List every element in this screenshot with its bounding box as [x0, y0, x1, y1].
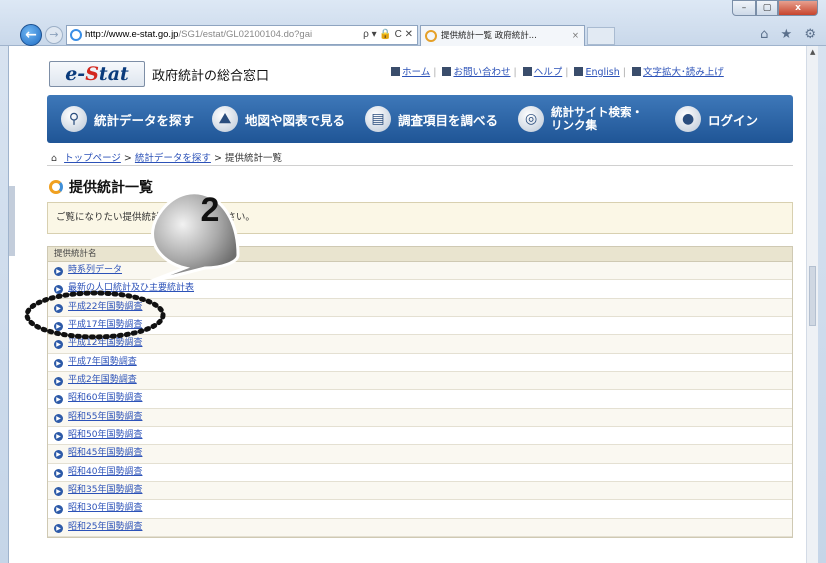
list-item[interactable]: ▶ 平成22年国勢調査 — [48, 298, 792, 318]
util-english-link[interactable]: English — [585, 67, 619, 78]
maximize-button[interactable]: ▢ — [756, 0, 778, 16]
bullet-arrow-icon: ▶ — [54, 468, 63, 478]
ie-logo-icon — [70, 29, 82, 41]
divider — [47, 165, 793, 166]
tab-favicon-icon — [425, 30, 437, 42]
list-item[interactable]: ▶ 昭和45年国勢調査 — [48, 445, 792, 464]
list-item[interactable]: ▶ 昭和35年国勢調査 — [48, 482, 792, 501]
util-help-link[interactable]: ヘルプ — [534, 67, 563, 78]
nav-site-search[interactable]: ◎ 統計サイト検索・ リンク集 — [518, 106, 643, 132]
bullet-arrow-icon: ▶ — [54, 395, 63, 405]
address-bar[interactable]: http://www.e-stat.go.jp/SG1/estat/GL0210… — [66, 25, 418, 45]
forward-arrow-icon[interactable]: → — [45, 26, 63, 44]
step-number: 2 — [200, 191, 220, 229]
bullet-arrow-icon: ▶ — [54, 413, 63, 423]
toolbar-icons[interactable]: ⌂ ★ ⚙ — [760, 27, 820, 42]
notice-box: ご覧になりたい提供統計を選択してください。 — [47, 202, 793, 234]
window-controls: – ▢ x — [732, 0, 818, 18]
bullet-arrow-icon: ▶ — [54, 377, 63, 387]
close-window-button[interactable]: x — [778, 0, 818, 16]
bullet-arrow-icon: ▶ — [54, 523, 63, 533]
list-item[interactable]: ▶ 平成7年国勢調査 — [48, 354, 792, 373]
list-item[interactable]: ▶ 平成17年国勢調査 — [48, 317, 792, 336]
nav-label: 統計データを探す — [94, 112, 195, 128]
bullet-arrow-icon: ▶ — [54, 340, 63, 350]
window-edge — [9, 186, 15, 256]
address-tools[interactable]: ρ ▾ 🔒 C ✕ — [360, 26, 413, 44]
browser-tab[interactable]: 提供統計一覧 政府統計... × — [420, 25, 585, 46]
main-navigation: ⚲ 統計データを探す ⛰ 地図や図表で見る ▤ 調査項目を調べる ◎ 統計サイト… — [47, 95, 793, 143]
address-domain: http://www.e-stat.go.jp — [85, 29, 179, 40]
zoom-icon — [632, 67, 641, 76]
list-item[interactable]: ▶ 平成12年国勢調査 — [48, 335, 792, 354]
nav-map[interactable]: ⛰ 地図や図表で見る — [212, 106, 345, 132]
document-search-icon: ▤ — [365, 106, 392, 132]
bullet-arrow-icon: ▶ — [54, 303, 63, 313]
bullet-arrow-icon: ▶ — [54, 450, 63, 460]
list-header: 提供統計名 — [48, 247, 792, 262]
list-item[interactable]: ▶ 昭和40年国勢調査 — [48, 464, 792, 483]
nav-search-data[interactable]: ⚲ 統計データを探す — [61, 106, 194, 132]
search-icon: ⚲ — [61, 106, 87, 132]
nav-label: 統計サイト検索・ リンク集 — [551, 105, 644, 132]
bullet-arrow-icon: ▶ — [54, 487, 63, 497]
nav-login[interactable]: ● ログイン — [675, 106, 758, 132]
nav-label: 調査項目を調べる — [398, 112, 499, 128]
help-icon — [522, 67, 532, 76]
back-arrow-icon[interactable]: ← — [20, 24, 42, 46]
util-contact-link[interactable]: お問い合わせ — [453, 67, 510, 78]
bullet-arrow-icon: ▶ — [54, 285, 63, 295]
globe-icon: ◎ — [518, 106, 545, 132]
page-title: 提供統計一覧 — [69, 180, 153, 196]
util-home-link[interactable]: ホーム — [402, 67, 430, 78]
address-path: /SG1/estat/GL02100104.do?gai — [178, 29, 313, 40]
list-item[interactable]: ▶ 昭和50年国勢調査 — [48, 427, 792, 446]
bullet-arrow-icon: ▶ — [54, 358, 63, 368]
breadcrumb-search[interactable]: 統計データを探す — [135, 153, 211, 164]
browser-window: ← → http://www.e-stat.go.jp/SG1/estat/GL… — [0, 0, 826, 563]
bullet-arrow-icon: ▶ — [54, 322, 63, 332]
tab-title: 提供統計一覧 政府統計... — [441, 31, 537, 41]
scrollbar-thumb[interactable] — [809, 266, 816, 326]
home-icon: ⌂ — [51, 153, 58, 164]
bullet-arrow-icon: ▶ — [54, 505, 63, 515]
tab-close-icon[interactable]: × — [572, 26, 579, 46]
home-icon — [391, 67, 400, 76]
user-icon: ● — [675, 106, 702, 132]
list-item[interactable]: ▶ 時系列データ — [48, 262, 792, 281]
list-item[interactable]: ▶ 昭和30年国勢調査 — [48, 500, 792, 519]
nav-label: ログイン — [708, 112, 759, 128]
english-icon — [574, 67, 584, 76]
new-tab-button[interactable] — [587, 27, 615, 45]
browser-toolbar: ← → http://www.e-stat.go.jp/SG1/estat/GL… — [0, 0, 826, 46]
nav-survey-items[interactable]: ▤ 調査項目を調べる — [365, 106, 498, 132]
breadcrumb-current: 提供統計一覧 — [224, 153, 282, 164]
breadcrumb: ⌂ トップページ > 統計データを探す > 提供統計一覧 — [51, 153, 282, 164]
utility-links: ホーム | お問い合わせ | ヘルプ | English | 文字拡大･読み上げ — [391, 64, 724, 78]
nav-label: 地図や図表で見る — [245, 112, 346, 128]
estat-logo[interactable]: e-Stat — [49, 61, 145, 87]
contact-icon — [442, 67, 452, 76]
breadcrumb-top[interactable]: トップページ — [64, 153, 121, 164]
minimize-button[interactable]: – — [732, 0, 756, 16]
statistics-list: 提供統計名 ▶ 時系列データ ▶ 最新の人口統計及び主要統計表 ▶ 平成22年国勢調査… — [47, 246, 793, 539]
list-item[interactable]: ▶ 昭和60年国勢調査 — [48, 390, 792, 409]
page-viewport: e-Stat 政府統計の総合窓口 ホーム | お問い合わせ | ヘルプ | Engli… — [8, 46, 818, 563]
util-accessibility-link[interactable]: 文字拡大･読み上げ — [643, 67, 724, 78]
title-icon — [49, 180, 63, 194]
vertical-scrollbar[interactable]: ▲ — [806, 46, 818, 563]
list-item[interactable]: ▶ 昭和55年国勢調査 — [48, 408, 792, 428]
site-name: 政府統計の総合窓口 — [152, 69, 270, 84]
bullet-arrow-icon: ▶ — [54, 432, 63, 442]
list-item[interactable]: ▶ 昭和25年国勢調査 — [48, 518, 792, 538]
list-item[interactable]: ▶ 最新の人口統計及び主要統計表 — [48, 280, 792, 299]
bullet-arrow-icon: ▶ — [54, 267, 63, 276]
map-icon: ⛰ — [212, 106, 239, 132]
scroll-up-icon[interactable]: ▲ — [810, 48, 815, 56]
list-item[interactable]: ▶ 平成2年国勢調査 — [48, 372, 792, 391]
